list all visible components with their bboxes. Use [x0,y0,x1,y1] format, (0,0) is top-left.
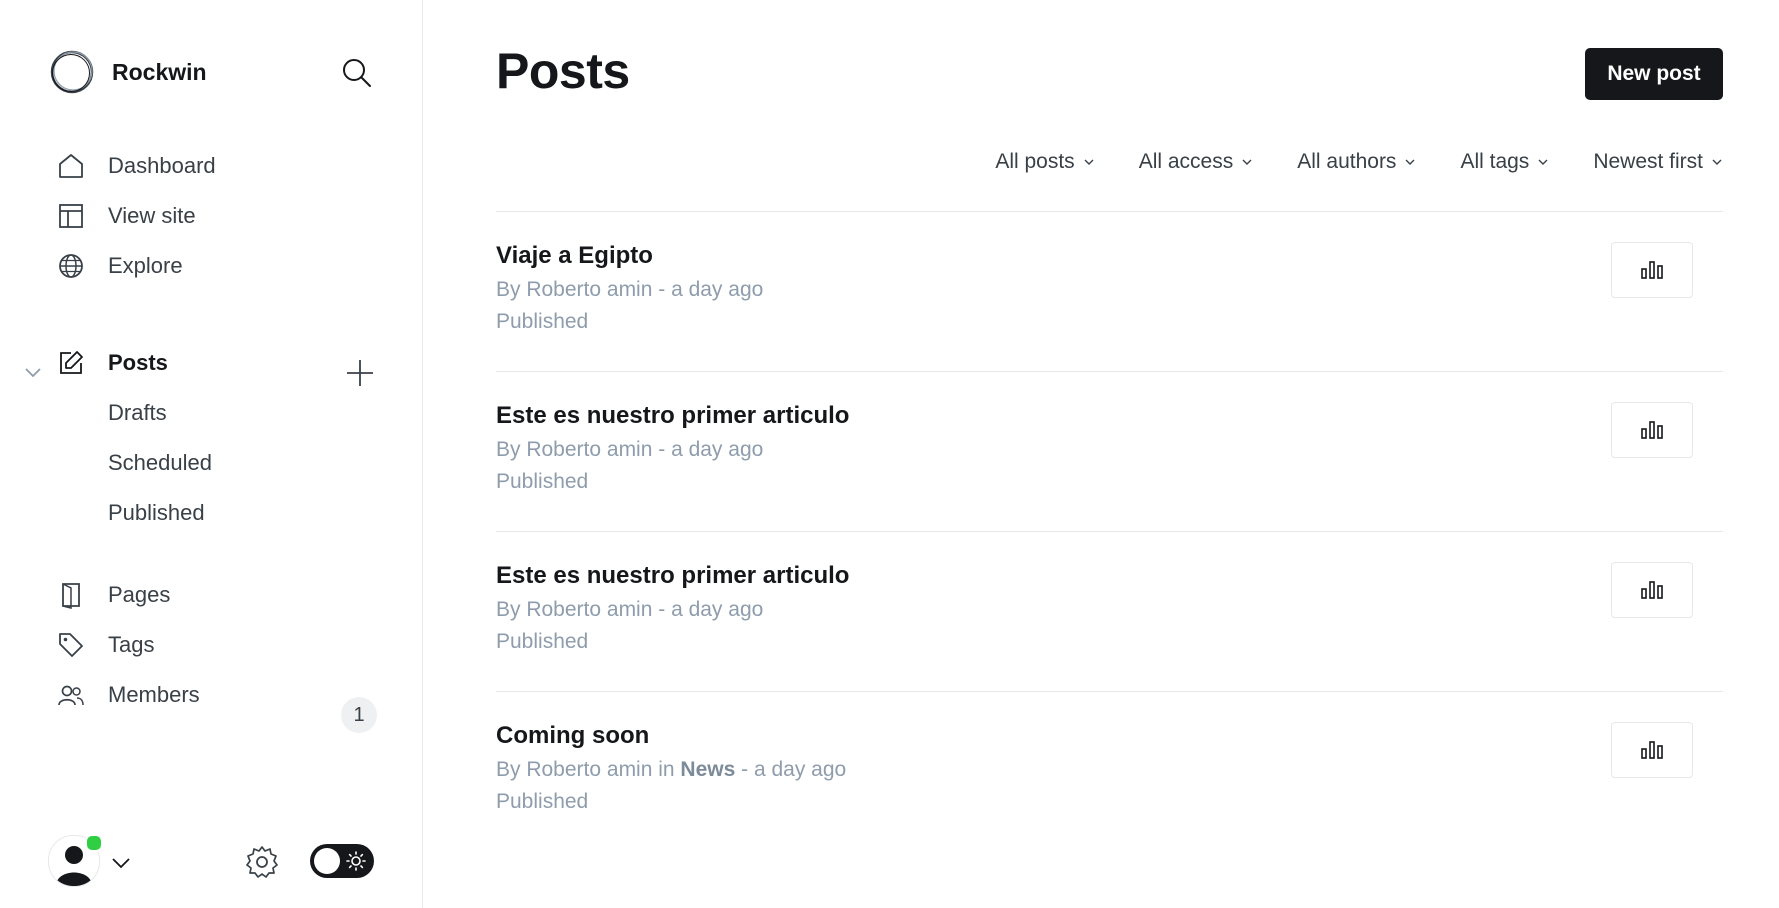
brand-name: Rockwin [112,58,207,85]
post-status: Published [496,630,589,653]
sidebar-item-explore[interactable]: Explore [56,246,183,286]
brand-logo-icon [50,50,94,94]
analytics-button[interactable] [1611,562,1693,618]
page-icon [56,580,86,610]
sidebar-item-label: Pages [108,582,171,607]
filter-authors[interactable]: All authors [1297,150,1416,174]
post-meta: By Roberto amin - a day ago [496,438,764,461]
sidebar-item-tags[interactable]: Tags [56,625,154,665]
post-row[interactable]: Este es nuestro primer articulo By Rober… [496,531,1723,691]
main-content: Posts New post All posts All access All … [423,0,1779,908]
sidebar-item-label: Published [108,500,205,525]
gear-icon[interactable] [244,844,280,880]
sidebar-item-label: Scheduled [108,450,212,475]
bar-chart-icon [1641,421,1663,439]
filter-label: All authors [1297,150,1397,173]
post-meta-suffix: - a day ago [735,758,847,781]
post-row[interactable]: Este es nuestro primer articulo By Rober… [496,371,1723,531]
chevron-down-icon[interactable] [110,852,132,874]
filter-sort[interactable]: Newest first [1593,150,1723,174]
sidebar-footer [0,788,423,908]
members-count-badge: 1 [341,697,377,733]
post-title[interactable]: Viaje a Egipto [496,242,653,270]
home-icon [56,151,86,181]
filter-type[interactable]: All posts [995,150,1094,174]
post-meta: By Roberto amin - a day ago [496,278,764,301]
sidebar-item-posts[interactable]: Posts [56,343,168,383]
globe-icon [56,251,86,281]
chevron-down-icon[interactable] [22,361,44,383]
chevron-down-icon [1405,159,1415,165]
theme-toggle[interactable] [310,844,374,878]
post-meta: By Roberto amin in News - a day ago [496,758,846,782]
sidebar: Rockwin Dashboard View site Explore Post… [0,0,423,908]
bar-chart-icon [1641,741,1663,759]
sidebar-item-published[interactable]: Published [108,495,205,531]
brand[interactable]: Rockwin [48,48,207,96]
chevron-down-icon [1712,159,1722,165]
new-post-button[interactable]: New post [1585,48,1723,100]
sidebar-item-label: View site [108,203,196,228]
sidebar-item-pages[interactable]: Pages [56,575,170,615]
filter-label: All posts [995,150,1075,173]
chevron-down-icon [1084,159,1094,165]
post-meta: By Roberto amin - a day ago [496,598,764,621]
sidebar-item-label: Explore [108,253,183,278]
search-icon[interactable] [340,56,374,90]
sun-icon [346,851,366,871]
sidebar-item-label: Drafts [108,400,167,425]
post-row[interactable]: Coming soon By Roberto amin in News - a … [496,691,1723,851]
tag-icon [56,630,86,660]
post-tag-link[interactable]: News [680,758,735,781]
sidebar-item-drafts[interactable]: Drafts [108,395,167,431]
page-title: Posts [496,43,630,99]
sidebar-item-scheduled[interactable]: Scheduled [108,445,212,481]
online-status-dot [85,834,103,852]
post-status: Published [496,470,589,493]
chevron-down-icon [1538,159,1548,165]
filter-bar: All posts All access All authors All tag… [995,150,1723,174]
filter-label: All access [1138,150,1234,173]
sidebar-item-label: Members [108,682,200,707]
plus-icon[interactable] [344,357,376,389]
post-list: Viaje a Egipto By Roberto amin - a day a… [496,211,1723,851]
layout-icon [56,201,86,231]
analytics-button[interactable] [1611,402,1693,458]
sidebar-item-members[interactable]: Members [56,675,200,715]
filter-label: Newest first [1593,150,1703,173]
members-icon [56,680,86,710]
sidebar-item-view-site[interactable]: View site [56,196,196,236]
post-status: Published [496,790,589,813]
edit-icon [56,348,86,378]
sidebar-item-label: Dashboard [108,153,216,178]
toggle-knob [314,848,340,874]
filter-label: All tags [1460,150,1530,173]
analytics-button[interactable] [1611,722,1693,778]
sidebar-item-label: Tags [108,632,155,657]
chevron-down-icon [1242,159,1252,165]
sidebar-item-label: Posts [108,350,168,375]
post-title[interactable]: Coming soon [496,722,649,750]
post-status: Published [496,310,589,333]
bar-chart-icon [1641,261,1663,279]
post-row[interactable]: Viaje a Egipto By Roberto amin - a day a… [496,211,1723,371]
post-title[interactable]: Este es nuestro primer articulo [496,562,849,590]
sidebar-item-dashboard[interactable]: Dashboard [56,146,216,186]
post-meta-prefix: By Roberto amin in [496,758,681,781]
filter-tags[interactable]: All tags [1460,150,1549,174]
analytics-button[interactable] [1611,242,1693,298]
bar-chart-icon [1641,581,1663,599]
post-title[interactable]: Este es nuestro primer articulo [496,402,849,430]
filter-access[interactable]: All access [1139,150,1254,174]
